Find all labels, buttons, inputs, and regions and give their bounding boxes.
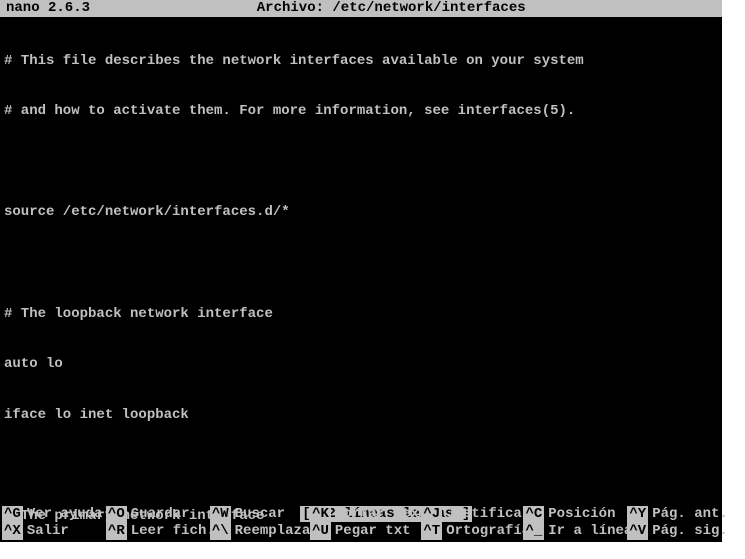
editor-area[interactable]: # This file describes the network interf… — [0, 17, 722, 559]
shortcut-label: Pegar txt — [335, 523, 411, 540]
shortcut-cut-text[interactable]: ^KCortar Text — [310, 506, 413, 523]
nano-terminal: nano 2.6.3 Archivo: /etc/network/interfa… — [0, 0, 722, 542]
shortcut-label: Cortar Text — [335, 506, 427, 523]
shortcut-label: Salir — [27, 523, 69, 540]
file-line[interactable]: iface lo inet loopback — [4, 407, 718, 424]
shortcut-label: Ortografía — [446, 523, 530, 540]
shortcut-label: Pág. ant. — [652, 506, 728, 523]
file-header: Archivo: /etc/network/interfaces — [90, 0, 642, 34]
shortcut-goto-line[interactable]: ^_Ir a línea — [523, 523, 619, 540]
key-label: ^J — [421, 506, 442, 523]
file-line[interactable] — [4, 457, 718, 474]
shortcut-label: Justificar — [446, 506, 530, 523]
shortcut-label: Posición — [548, 506, 615, 523]
shortcut-where-is[interactable]: ^WBuscar — [210, 506, 302, 523]
shortcut-uncut-text[interactable]: ^UPegar txt — [310, 523, 413, 540]
shortcut-label: Ver ayuda — [27, 506, 103, 523]
key-label: ^G — [2, 506, 23, 523]
app-name: nano 2.6.3 — [6, 0, 90, 17]
file-line[interactable]: # The loopback network interface — [4, 306, 718, 323]
shortcut-replace[interactable]: ^\Reemplazar — [210, 523, 302, 540]
file-line[interactable]: # and how to activate them. For more inf… — [4, 103, 718, 120]
shortcut-next-page[interactable]: ^VPág. sig. — [627, 523, 720, 540]
key-label: ^_ — [523, 523, 544, 540]
key-label: ^K — [310, 506, 331, 523]
file-line[interactable]: # This file describes the network interf… — [4, 53, 718, 70]
file-line[interactable] — [4, 255, 718, 272]
shortcut-prev-page[interactable]: ^YPág. ant. — [627, 506, 720, 523]
key-label: ^X — [2, 523, 23, 540]
shortcut-get-help[interactable]: ^GVer ayuda — [2, 506, 98, 523]
file-label: Archivo: — [257, 0, 324, 16]
shortcut-row: ^XSalir ^RLeer fich. ^\Reemplazar ^UPega… — [2, 523, 720, 540]
titlebar: nano 2.6.3 Archivo: /etc/network/interfa… — [0, 0, 722, 17]
shortcut-label: Reemplazar — [235, 523, 319, 540]
bottom-bar: [ 12 líneas leídas ] ^GVer ayuda ^OGuard… — [0, 489, 722, 542]
status-line: [ 12 líneas leídas ] — [2, 489, 720, 506]
key-label: ^\ — [210, 523, 231, 540]
file-line[interactable]: source /etc/network/interfaces.d/* — [4, 204, 718, 221]
shortcut-label: Buscar — [235, 506, 285, 523]
key-label: ^V — [627, 523, 648, 540]
key-label: ^O — [106, 506, 127, 523]
key-label: ^U — [310, 523, 331, 540]
key-label: ^R — [106, 523, 127, 540]
key-label: ^Y — [627, 506, 648, 523]
shortcut-row: ^GVer ayuda ^OGuardar ^WBuscar ^KCortar … — [2, 506, 720, 523]
shortcut-label: Ir a línea — [548, 523, 632, 540]
shortcut-cur-pos[interactable]: ^CPosición — [523, 506, 619, 523]
key-label: ^T — [421, 523, 442, 540]
shortcut-help: ^GVer ayuda ^OGuardar ^WBuscar ^KCortar … — [2, 506, 720, 540]
shortcut-spell[interactable]: ^TOrtografía — [421, 523, 515, 540]
shortcut-label: Pág. sig. — [652, 523, 728, 540]
shortcut-read-file[interactable]: ^RLeer fich. — [106, 523, 202, 540]
shortcut-label: Guardar — [131, 506, 190, 523]
key-label: ^W — [210, 506, 231, 523]
file-line[interactable] — [4, 154, 718, 171]
shortcut-label: Leer fich. — [131, 523, 215, 540]
file-path: /etc/network/interfaces — [332, 0, 525, 16]
key-label: ^C — [523, 506, 544, 523]
shortcut-exit[interactable]: ^XSalir — [2, 523, 98, 540]
shortcut-justify[interactable]: ^JJustificar — [421, 506, 515, 523]
shortcut-write-out[interactable]: ^OGuardar — [106, 506, 202, 523]
file-line[interactable]: auto lo — [4, 356, 718, 373]
